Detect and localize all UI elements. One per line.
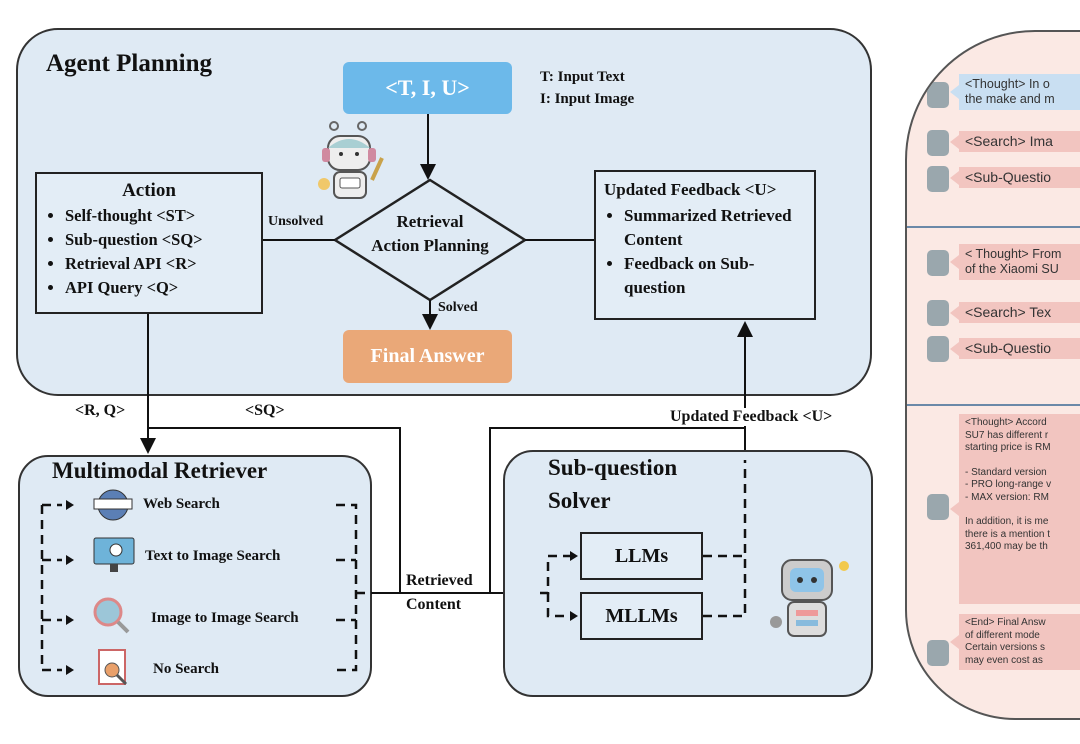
subquestion-bubble: <Sub-Questio xyxy=(950,338,1080,359)
bubble-line: - PRO long-range v xyxy=(965,479,1052,490)
bubble-line: there is a mention t xyxy=(965,528,1051,540)
thought-bubble: < Thought> From of the Xiaomi SU xyxy=(950,244,1080,280)
bubble-line: Certain versions s xyxy=(965,642,1046,653)
bubble-line: starting price is RM xyxy=(965,442,1051,453)
search-bubble: <Search> Ima xyxy=(950,131,1080,152)
step-divider xyxy=(907,226,1080,228)
robot-avatar-icon xyxy=(927,640,949,666)
robot-avatar-icon xyxy=(927,494,949,520)
bubble-spacer xyxy=(965,504,1080,516)
bubble-line: of the Xiaomi SU xyxy=(965,262,1059,276)
robot-solver-icon xyxy=(770,559,849,637)
bubble-line: <Thought> Accord xyxy=(965,417,1047,428)
subquestion-bubble: <Sub-Questio xyxy=(950,167,1080,188)
thought-bubble: <Thought> Accord SU7 has different r sta… xyxy=(950,414,1080,604)
bubble-line: - MAX version: RM xyxy=(965,491,1049,503)
bubble-line: < Thought> From xyxy=(965,247,1062,261)
bubble-line: <End> Final Answ xyxy=(965,617,1046,628)
step-divider xyxy=(907,404,1080,406)
bubble-line: In addition, it is me xyxy=(965,516,1049,527)
bubble-line: may even cost as xyxy=(965,654,1043,666)
bubble-line: 361,400 may be th xyxy=(965,541,1048,552)
robot-avatar-icon xyxy=(927,82,949,108)
bubble-line: SU7 has different r xyxy=(965,429,1049,441)
search-bubble: <Search> Tex xyxy=(950,302,1080,323)
bubble-line: <Thought> In o xyxy=(965,77,1050,91)
bubble-line: - Standard version xyxy=(965,466,1047,478)
robot-avatar-icon xyxy=(927,166,949,192)
thought-bubble: <Thought> In o the make and m xyxy=(950,74,1080,110)
robot-avatar-icon xyxy=(927,300,949,326)
robot-avatar-icon xyxy=(927,336,949,362)
bubble-line: the make and m xyxy=(965,92,1055,106)
bubble-spacer xyxy=(965,455,1080,467)
end-bubble: <End> Final Answ of different mode Certa… xyxy=(950,614,1080,670)
bubble-line: of different mode xyxy=(965,629,1040,641)
reasoning-trace-panel: <Thought> In o the make and m <Search> I… xyxy=(905,30,1080,720)
robot-avatar-icon xyxy=(927,250,949,276)
robot-avatar-icon xyxy=(927,130,949,156)
diagram: Agent Planning <T, I, U> T: Input Text I… xyxy=(0,0,1080,744)
